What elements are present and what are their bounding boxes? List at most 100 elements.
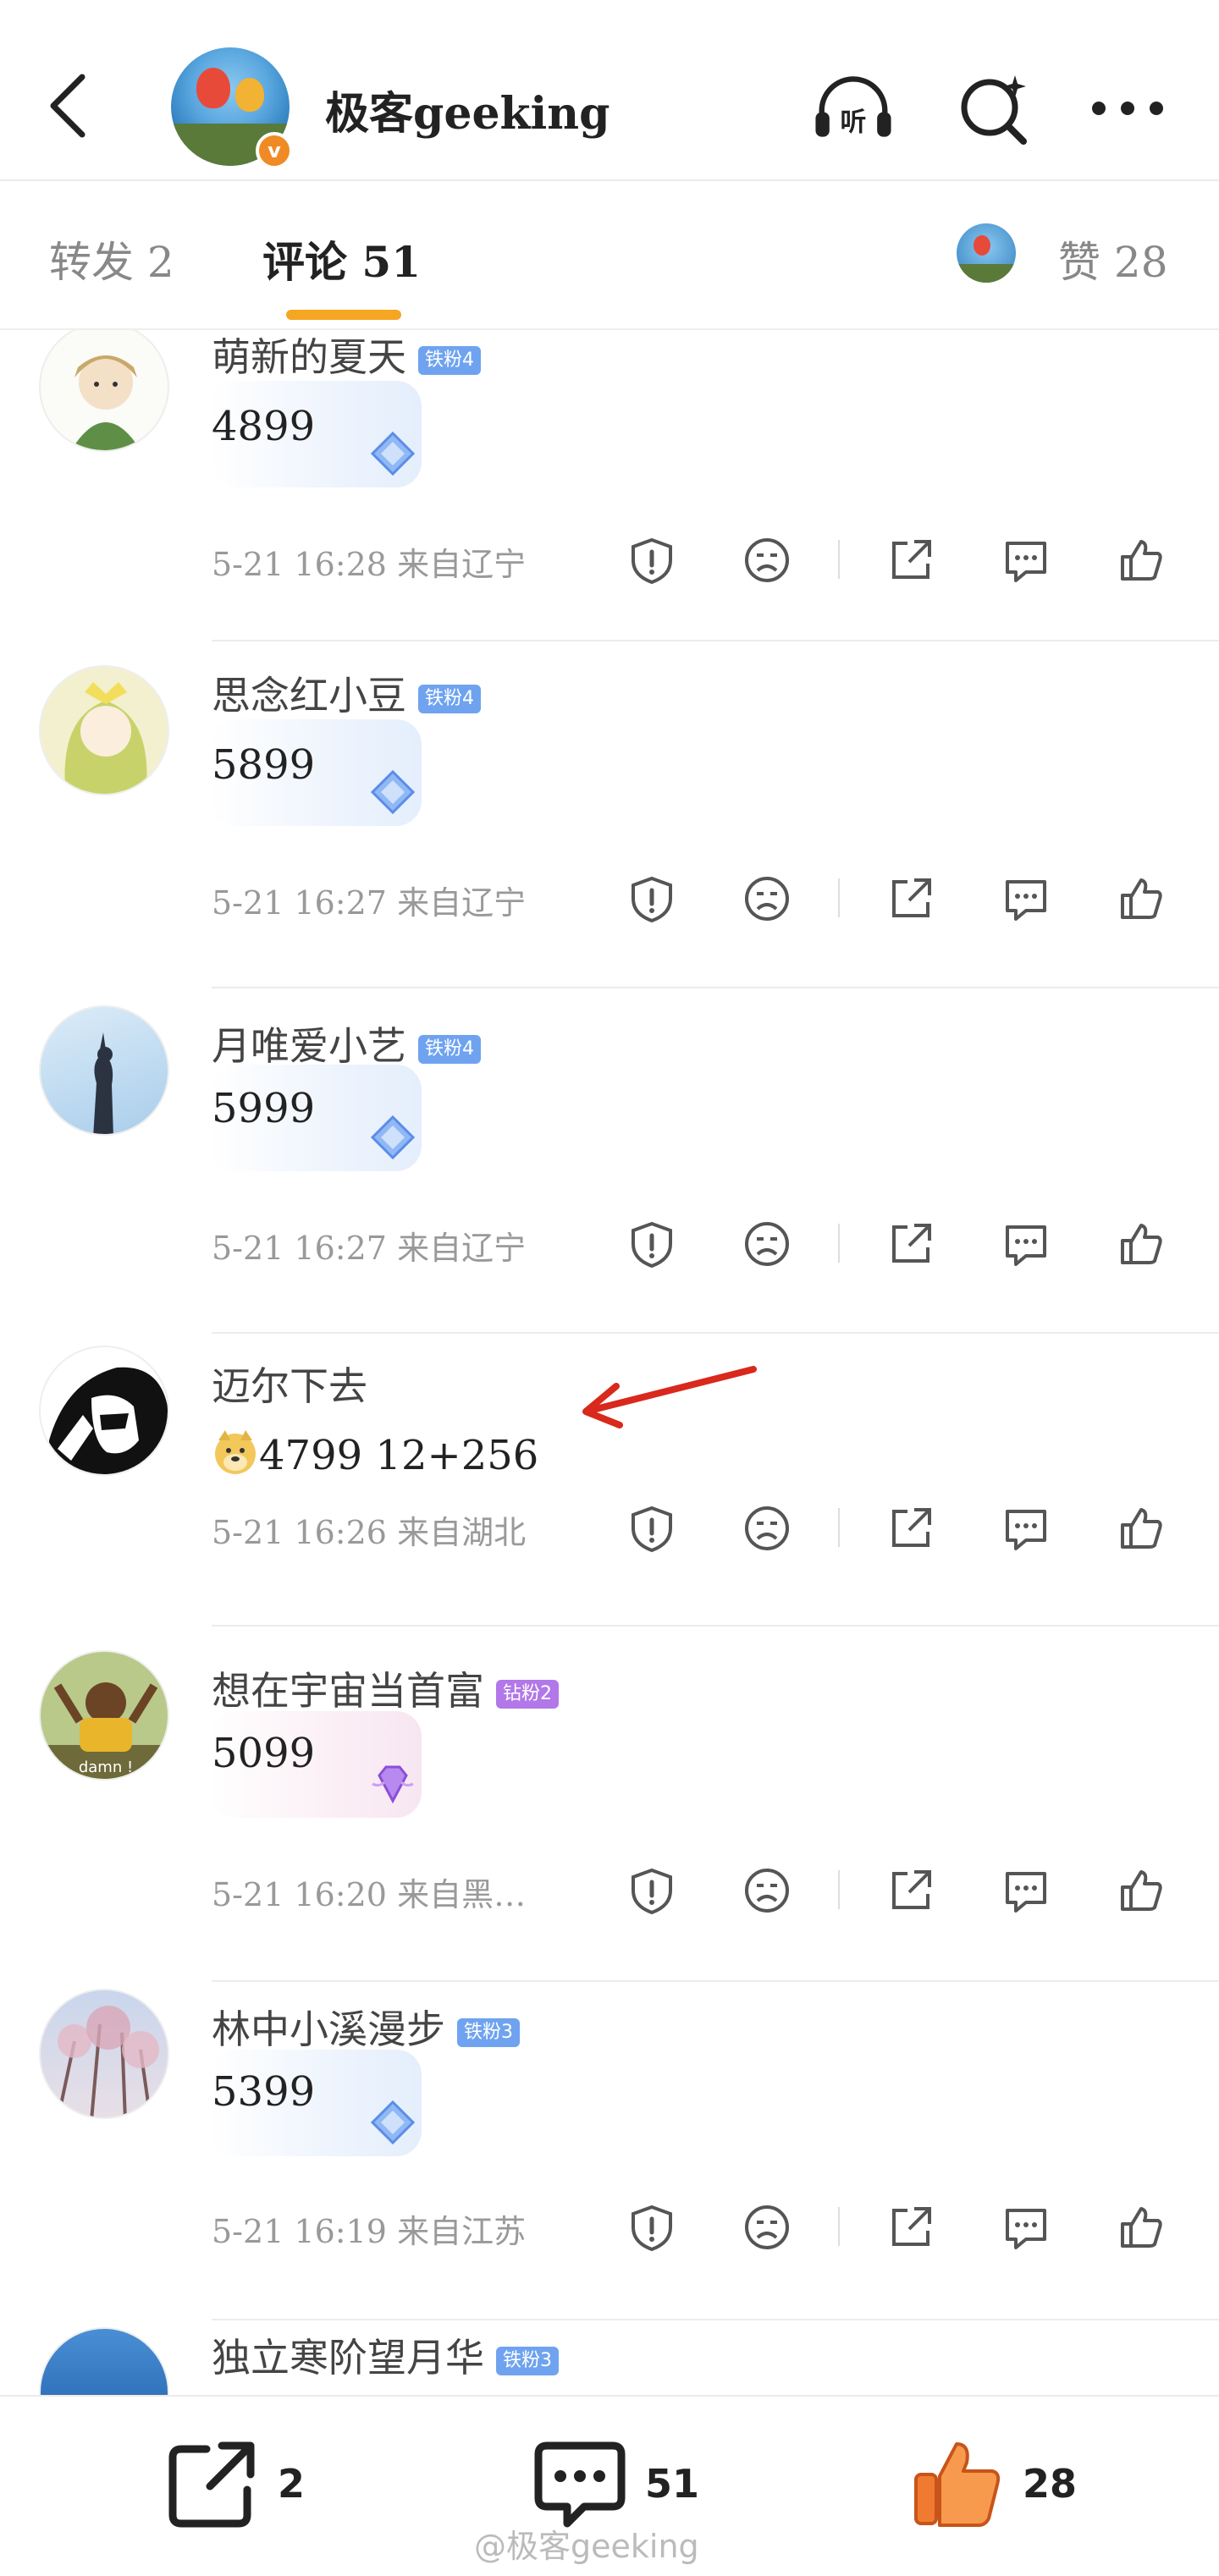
dislike-face-icon [745, 2205, 789, 2249]
username[interactable]: 萌新的夏天 铁粉4 [212, 330, 481, 383]
comment-meta: 5-21 16:28 来自辽宁 [212, 546, 527, 583]
username[interactable]: 想在宇宙当首富 钻粉2 [212, 1660, 559, 1716]
action-separator [838, 1508, 840, 1547]
reply-button[interactable] [996, 1214, 1056, 1274]
comment-item: 萌新的夏天 铁粉4 4899 5-21 16:28 来自辽宁 [0, 330, 1219, 660]
share-button[interactable] [880, 868, 941, 929]
report-icon [632, 876, 672, 923]
report-button[interactable] [621, 1860, 682, 1921]
reply-icon [1006, 2209, 1046, 2249]
username[interactable]: 月唯爱小艺 铁粉4 [212, 1016, 481, 1071]
action-separator [838, 2207, 840, 2246]
tab-comments[interactable]: 评论 51 [262, 228, 421, 289]
dislike-button[interactable] [736, 1498, 797, 1559]
reply-button[interactable] [996, 530, 1056, 591]
report-icon [632, 2204, 672, 2252]
like-button[interactable] [1111, 1214, 1172, 1274]
account-name[interactable]: 极客geeking [325, 78, 610, 141]
active-tab-indicator [286, 310, 401, 320]
dislike-face-icon [745, 877, 789, 921]
repost-share-icon [168, 2441, 255, 2528]
report-icon [632, 1505, 672, 1553]
report-button[interactable] [621, 530, 682, 591]
dislike-face-icon [745, 1222, 789, 1266]
dislike-button[interactable] [736, 1860, 797, 1921]
share-icon [892, 1870, 931, 1909]
like-button[interactable] [1111, 868, 1172, 929]
share-button[interactable] [880, 1498, 941, 1559]
dislike-button[interactable] [736, 868, 797, 929]
account-avatar[interactable]: v [171, 47, 293, 169]
comment-text: 4899 [212, 403, 316, 450]
username[interactable]: 迈尔下去 [212, 1356, 367, 1412]
user-avatar[interactable] [39, 1989, 169, 2119]
reply-button[interactable] [996, 2197, 1056, 2258]
reply-button[interactable] [996, 1860, 1056, 1921]
dislike-face-icon [745, 1869, 789, 1913]
username[interactable]: 林中小溪漫步 铁粉3 [212, 1999, 520, 2055]
share-button[interactable] [880, 1860, 941, 1921]
reply-icon [1006, 1872, 1046, 1913]
comment-bubble-icon [534, 2441, 626, 2528]
fan-badge: 铁粉3 [496, 2347, 559, 2375]
comment-text: 4799 12+256 [212, 1428, 538, 1479]
search-button[interactable] [951, 66, 1036, 151]
more-dots-icon [1092, 102, 1163, 115]
dislike-button[interactable] [736, 530, 797, 591]
dislike-face-icon [745, 538, 789, 582]
comment-meta: 5-21 16:19 来自江苏 [212, 2213, 527, 2250]
comment-button[interactable]: 51 [533, 2437, 699, 2530]
like-button[interactable] [1111, 1860, 1172, 1921]
repost-count: 2 [278, 2461, 306, 2507]
comment-divider [212, 1625, 1219, 1627]
more-button[interactable] [1085, 66, 1170, 151]
action-separator [838, 540, 840, 579]
comment-meta: 5-21 16:27 来自辽宁 [212, 884, 527, 922]
share-icon [892, 1508, 931, 1547]
tab-likes[interactable]: 赞 28 [1058, 228, 1168, 289]
share-button[interactable] [880, 2197, 941, 2258]
like-button[interactable] [1111, 1498, 1172, 1559]
like-button[interactable] [1111, 2197, 1172, 2258]
comment-text: 5999 [212, 1085, 316, 1132]
report-button[interactable] [621, 2197, 682, 2258]
dislike-button[interactable] [736, 2197, 797, 2258]
user-avatar[interactable] [39, 1346, 169, 1476]
share-button[interactable] [880, 1214, 941, 1274]
user-avatar[interactable] [39, 2327, 169, 2395]
diamond-gem-icon [370, 2100, 416, 2145]
like-button-main[interactable]: 28 [911, 2437, 1077, 2530]
repost-button[interactable]: 2 [166, 2437, 305, 2530]
user-avatar[interactable] [39, 330, 169, 452]
dislike-button[interactable] [736, 1214, 797, 1274]
purple-gem-icon [372, 1765, 414, 1804]
share-button[interactable] [880, 530, 941, 591]
username[interactable]: 独立寒阶望月华 铁粉3 [212, 2327, 559, 2383]
report-button[interactable] [621, 1214, 682, 1274]
report-button[interactable] [621, 1498, 682, 1559]
user-avatar[interactable]: damn ! [39, 1650, 169, 1781]
annotation-arrow-icon [582, 1366, 757, 1428]
comment-divider [212, 987, 1219, 988]
liker-avatar[interactable] [957, 223, 1016, 283]
reply-button[interactable] [996, 868, 1056, 929]
report-button[interactable] [621, 868, 682, 929]
back-button[interactable] [34, 68, 102, 144]
share-icon [892, 2207, 931, 2246]
comment-text: 5899 [212, 741, 316, 789]
watermark: @极客geeking [474, 2528, 699, 2565]
fan-badge: 铁粉4 [418, 346, 481, 375]
svg-text:听: 听 [841, 107, 867, 137]
fan-badge: 铁粉4 [418, 685, 481, 713]
listen-button[interactable]: 听 [811, 66, 896, 151]
fan-badge: 铁粉3 [457, 2018, 520, 2047]
tab-repost[interactable]: 转发 2 [49, 228, 174, 289]
user-avatar[interactable] [39, 665, 169, 795]
reply-icon [1006, 880, 1046, 921]
comment-item: damn ! 想在宇宙当首富 钻粉2 5099 5-21 16:20 来自黑… [0, 1633, 1219, 1982]
reply-button[interactable] [996, 1498, 1056, 1559]
username[interactable]: 思念红小豆 铁粉4 [212, 665, 481, 721]
like-icon [1121, 1870, 1162, 1911]
user-avatar[interactable] [39, 1005, 169, 1136]
like-button[interactable] [1111, 530, 1172, 591]
